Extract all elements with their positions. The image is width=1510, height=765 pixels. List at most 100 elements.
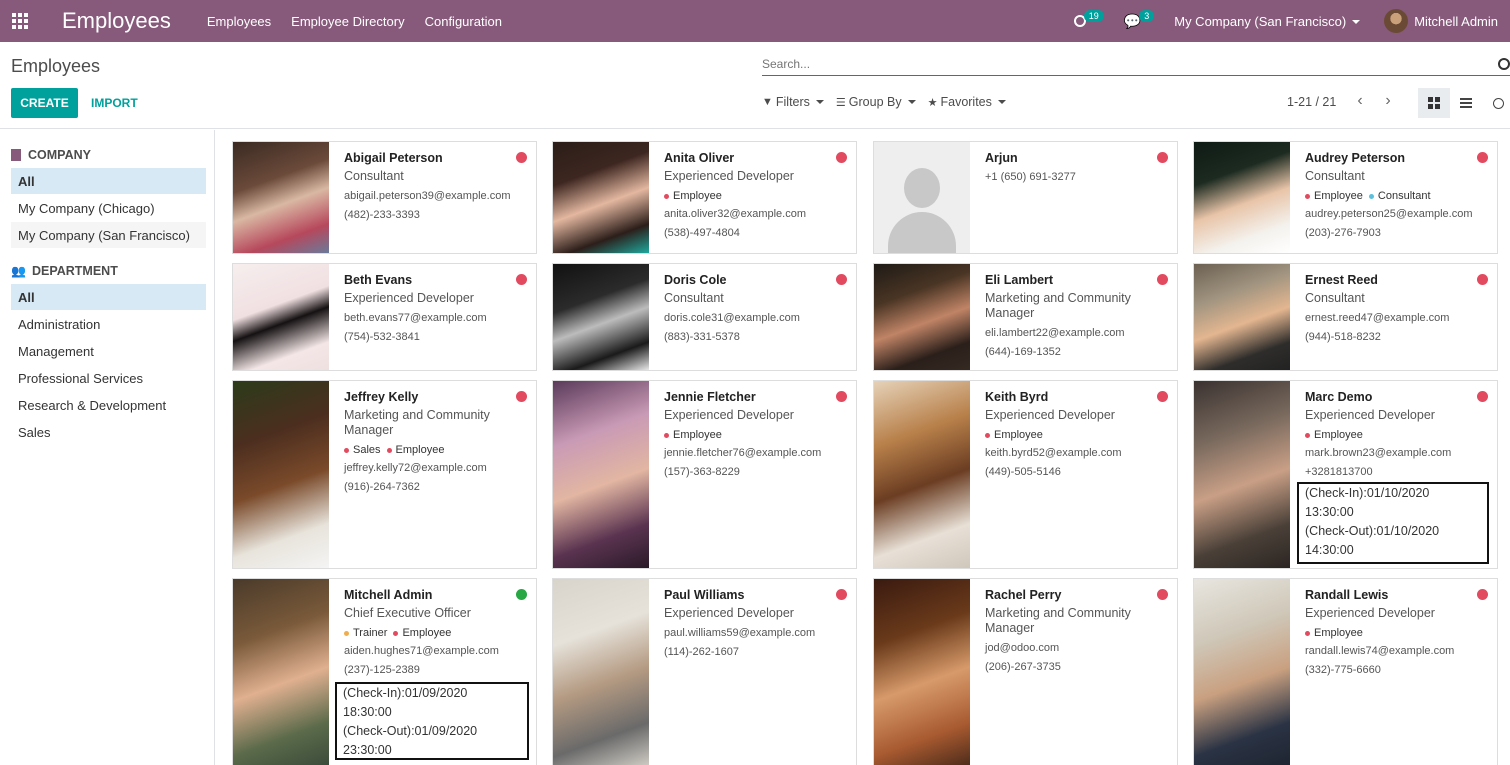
department-filter-management[interactable]: Management [11, 338, 206, 364]
employee-name: Arjun [985, 151, 1018, 165]
employee-card[interactable]: Randall Lewis Experienced Developer Employ… [1193, 578, 1498, 765]
employee-card[interactable]: Eli Lambert Marketing and Community Manag… [873, 263, 1178, 371]
presence-status-icon [1157, 152, 1168, 163]
department-filter-sales[interactable]: Sales [11, 419, 206, 445]
create-button[interactable]: CREATE [11, 88, 78, 118]
employee-phone: (644)-169-1352 [985, 346, 1061, 358]
department-filter-all[interactable]: All [11, 284, 206, 310]
employee-photo [1194, 264, 1290, 370]
menu-employees[interactable]: Employees [207, 14, 271, 29]
employee-job-title: Experienced Developer [344, 291, 474, 305]
employee-card[interactable]: Beth Evans Experienced Developer beth.evan… [232, 263, 537, 371]
employee-email: aiden.hughes71@example.com [344, 645, 499, 657]
employee-tags: Employee Consultant [1305, 190, 1489, 202]
employee-photo [874, 142, 970, 253]
employee-job-title: Consultant [664, 291, 724, 305]
import-button[interactable]: IMPORT [91, 88, 138, 118]
employee-job-title: Consultant [1305, 169, 1365, 183]
employee-photo [1194, 381, 1290, 568]
employee-photo [553, 142, 649, 253]
chevron-left-icon[interactable]: ‹ [1352, 92, 1368, 110]
filters-label: Filters [775, 95, 810, 109]
employee-name: Paul Williams [664, 588, 745, 602]
presence-status-icon [1477, 589, 1488, 600]
search-icon[interactable] [1498, 58, 1510, 70]
employee-email: jeffrey.kelly72@example.com [344, 462, 487, 474]
user-menu[interactable]: Mitchell Admin [1414, 14, 1498, 29]
employee-photo [233, 264, 329, 370]
employee-tags: Employee [1305, 627, 1489, 639]
employee-card[interactable]: Jennie Fletcher Experienced Developer Empl… [552, 380, 857, 569]
employee-photo [1194, 142, 1290, 253]
activity-button[interactable]: 19 [1073, 10, 1104, 27]
favorites-dropdown[interactable]: ★ Favorites [928, 95, 1006, 109]
department-filter-rnd[interactable]: Research & Development [11, 392, 206, 418]
presence-status-icon [836, 152, 847, 163]
employee-card[interactable]: Arjun +1 (650) 691-3277 [873, 141, 1178, 254]
employee-email: doris.cole31@example.com [664, 312, 800, 324]
employee-job-title: Experienced Developer [1305, 408, 1435, 422]
employee-card[interactable]: Keith Byrd Experienced Developer Employee k… [873, 380, 1178, 569]
apps-menu-icon[interactable] [0, 0, 40, 42]
employee-phone: (157)-363-8229 [664, 466, 740, 478]
department-filter-administration[interactable]: Administration [11, 311, 206, 337]
filters-dropdown[interactable]: ▼ Filters [762, 95, 824, 109]
pager-value[interactable]: 1-21 / 21 [1287, 95, 1336, 109]
messaging-button[interactable]: 💬 3 [1124, 10, 1155, 30]
company-switcher[interactable]: My Company (San Francisco) [1174, 14, 1361, 29]
employee-email: jod@odoo.com [985, 642, 1060, 654]
employee-name: Abigail Peterson [344, 151, 443, 165]
employee-phone: (482)-233-3393 [344, 209, 420, 221]
employee-card[interactable]: Rachel Perry Marketing and Community Mana… [873, 578, 1178, 765]
employee-card[interactable]: Audrey Peterson Consultant Employee Consult… [1193, 141, 1498, 254]
presence-status-icon [836, 589, 847, 600]
user-avatar[interactable] [1384, 9, 1409, 33]
kanban-view-button[interactable] [1418, 88, 1450, 118]
employee-phone: (332)-775-6660 [1305, 664, 1381, 676]
list-view-button[interactable] [1450, 88, 1482, 118]
employee-card[interactable]: Anita Oliver Experienced Developer Employe… [552, 141, 857, 254]
employee-email: abigail.peterson39@example.com [344, 190, 511, 202]
employee-tags: Employee [985, 429, 1169, 441]
attendance-line: 13:30:00 [1305, 505, 1354, 519]
employee-name: Jeffrey Kelly [344, 390, 419, 404]
employee-phone: (538)-497-4804 [664, 227, 740, 239]
activity-view-button[interactable] [1482, 88, 1510, 118]
employee-card[interactable]: Paul Williams Experienced Developer paul.w… [552, 578, 857, 765]
employee-tag: Trainer [344, 627, 387, 639]
attendance-line: (Check-In):01/10/2020 [1305, 486, 1430, 500]
app-title[interactable]: Employees [62, 8, 171, 34]
company-filter-chicago[interactable]: My Company (Chicago) [11, 195, 206, 221]
search-input[interactable] [762, 57, 1462, 71]
attendance-line: 18:30:00 [343, 705, 392, 719]
bars-icon: ☰ [835, 96, 846, 109]
attendance-line: (Check-In):01/09/2020 [343, 686, 468, 700]
presence-status-icon [516, 274, 527, 285]
employee-tags: Trainer Employee [344, 627, 528, 639]
groupby-dropdown[interactable]: ☰ Group By [836, 95, 916, 109]
company-filter-san-francisco[interactable]: My Company (San Francisco) [11, 222, 206, 248]
department-filter-professional-services[interactable]: Professional Services [11, 365, 206, 391]
employee-card[interactable]: Doris Cole Consultant doris.cole31@example… [552, 263, 857, 371]
groupby-label: Group By [848, 95, 902, 109]
employee-card[interactable]: Jeffrey Kelly Marketing and Community Man… [232, 380, 537, 569]
menu-configuration[interactable]: Configuration [425, 14, 502, 29]
department-header-label: DEPARTMENT [31, 264, 118, 278]
menu-employee-directory[interactable]: Employee Directory [291, 14, 404, 29]
employee-tag: Employee [1305, 429, 1363, 441]
employee-name: Rachel Perry [985, 588, 1062, 602]
employee-phone: (203)-276-7903 [1305, 227, 1381, 239]
kanban-icon [1428, 97, 1440, 109]
search-bar[interactable] [762, 56, 1510, 76]
employee-photo [1194, 579, 1290, 765]
employee-card[interactable]: Abigail Peterson Consultant abigail.peters… [232, 141, 537, 254]
employee-photo [233, 381, 329, 568]
employee-phone: (206)-267-3735 [985, 661, 1061, 673]
employee-card[interactable]: Ernest Reed Consultant ernest.reed47@examp… [1193, 263, 1498, 371]
chevron-right-icon[interactable]: › [1380, 92, 1396, 110]
employee-phone: (883)-331-5378 [664, 331, 740, 343]
employee-tag: Consultant [1368, 190, 1431, 202]
employee-tag: Employee [664, 429, 722, 441]
employee-tag: Employee [1305, 190, 1363, 202]
company-filter-all[interactable]: All [11, 168, 206, 194]
